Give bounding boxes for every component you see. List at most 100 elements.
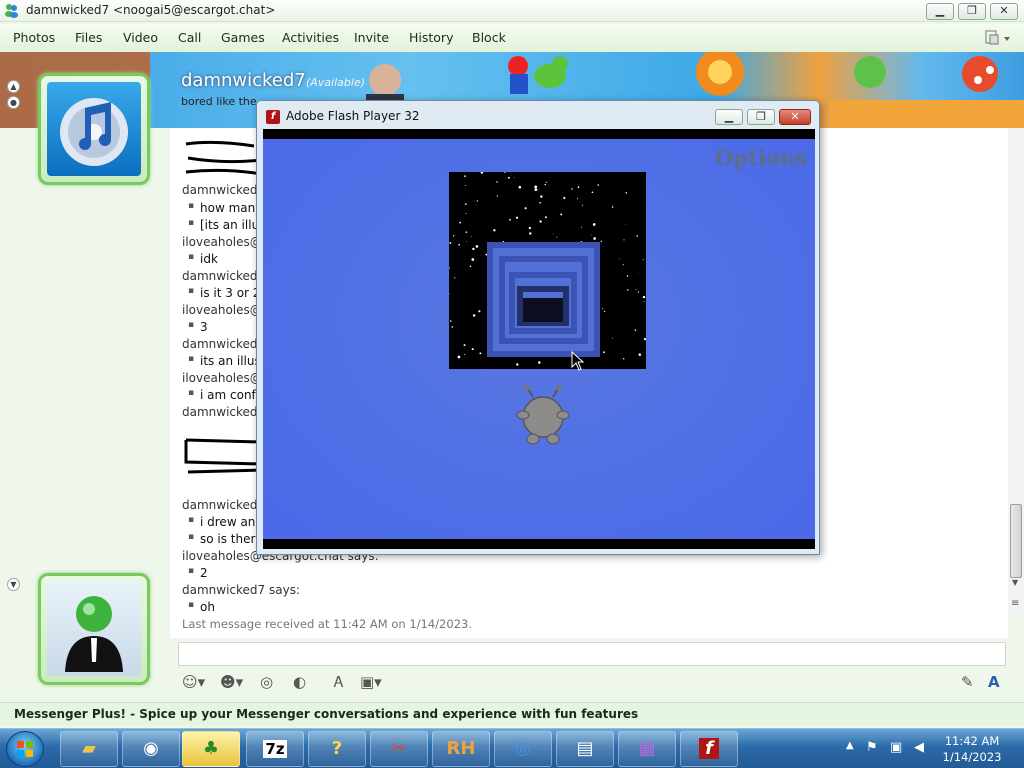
star — [539, 201, 542, 204]
layout-options-icon[interactable] — [984, 29, 1012, 47]
flash-label: f — [699, 738, 719, 759]
computer-icon: ▤ — [576, 738, 594, 759]
star — [611, 206, 614, 208]
scroll-end-icon[interactable]: ≡ — [1011, 598, 1019, 609]
menu-games[interactable]: Games — [221, 30, 265, 45]
star — [469, 265, 472, 267]
star — [591, 191, 594, 194]
taskbar-computer[interactable]: ▤ — [556, 731, 614, 767]
menu-block[interactable]: Block — [472, 30, 506, 45]
voice-clip-icon[interactable]: ◐ — [293, 673, 306, 691]
flash-stage[interactable]: Options — [263, 129, 815, 549]
flash-close-button[interactable]: ✕ — [779, 109, 811, 125]
message-text: oh — [188, 600, 215, 614]
star — [449, 320, 452, 322]
taskbar-browser[interactable]: ◉ — [122, 731, 180, 767]
menu-invite[interactable]: Invite — [354, 30, 389, 45]
action-center-icon[interactable]: ⚑ — [866, 740, 878, 755]
star — [622, 264, 624, 266]
star — [538, 361, 541, 364]
minimize-button[interactable]: ▁ — [926, 3, 954, 20]
conversation-scrollbar[interactable]: ▼ ≡ — [1008, 128, 1024, 614]
menu-call[interactable]: Call — [178, 30, 201, 45]
background-icon[interactable]: ▣▾ — [360, 673, 382, 691]
system-clock[interactable]: 11:42 AM 1/14/2023 — [936, 733, 1008, 765]
message-text: so is ther — [188, 532, 256, 546]
star — [592, 223, 596, 226]
clock-time: 11:42 AM — [944, 734, 1000, 748]
taskbar-resource-hacker[interactable]: RH — [432, 731, 490, 767]
star — [552, 233, 554, 235]
menu-history[interactable]: History — [409, 30, 453, 45]
star — [470, 236, 472, 238]
star — [475, 245, 479, 248]
menu-files[interactable]: Files — [75, 30, 102, 45]
itunes-avatar — [47, 82, 141, 176]
taskbar-7zip[interactable]: 7z — [246, 731, 304, 767]
star — [622, 358, 625, 360]
star — [516, 363, 519, 366]
messenger-plus-bar[interactable]: Messenger Plus! - Spice up your Messenge… — [0, 702, 1024, 726]
wink-icon[interactable]: ☻▾ — [220, 673, 243, 691]
taskbar-messenger[interactable]: ♣ — [182, 731, 240, 767]
flash-minimize-button[interactable]: ▁ — [715, 109, 743, 125]
taskbar-snipping[interactable]: ✂ — [370, 731, 428, 767]
star — [600, 240, 602, 242]
star — [464, 353, 466, 356]
chrome-icon: ◎ — [515, 738, 531, 759]
star — [464, 175, 466, 177]
taskbar-explorer[interactable]: ▰ — [60, 731, 118, 767]
emoticon-icon[interactable]: ☺▾ — [182, 673, 205, 691]
grey-blob-character — [516, 385, 570, 445]
tray-expand-icon[interactable]: ▲ — [846, 740, 854, 751]
star — [623, 239, 625, 241]
taskbar-chrome[interactable]: ◎ — [494, 731, 552, 767]
message-input[interactable] — [178, 642, 1006, 666]
star — [476, 200, 478, 202]
menu-video[interactable]: Video — [123, 30, 158, 45]
contact-avatar[interactable] — [38, 73, 150, 185]
network-icon[interactable]: ▣ — [890, 740, 902, 755]
star — [540, 195, 543, 198]
flash-window-title: Adobe Flash Player 32 — [286, 109, 420, 123]
itunes-icon — [60, 98, 128, 166]
taskbar-winrar[interactable]: ▦ — [618, 731, 676, 767]
collapse-up-icon[interactable]: ▲ — [7, 80, 20, 93]
volume-muted-icon[interactable]: ◀ — [914, 740, 924, 755]
menu-activities[interactable]: Activities — [282, 30, 339, 45]
flash-player-window: f Adobe Flash Player 32 ▁ ❐ ✕ Options — [256, 100, 820, 555]
start-button[interactable] — [6, 731, 44, 767]
messenger-logo-icon — [5, 4, 18, 18]
star — [449, 267, 450, 269]
messenger-plus-text: Messenger Plus! - Spice up your Messenge… — [14, 707, 639, 721]
folder-icon: ▰ — [82, 738, 96, 759]
taskbar-help[interactable]: ? — [308, 731, 366, 767]
sender-line: iloveaholes@ — [182, 303, 262, 317]
spellcheck-icon[interactable]: Ꭺ — [334, 673, 344, 691]
scroll-down-arrow-icon[interactable]: ▼ — [1012, 578, 1018, 587]
collapse-bottom-icon[interactable]: ▼ — [7, 578, 20, 591]
star — [643, 337, 646, 341]
restore-button[interactable]: ❐ — [958, 3, 986, 20]
star — [618, 258, 620, 260]
contact-personal-message: bored like the — [181, 95, 257, 108]
star — [518, 185, 522, 189]
menu-photos[interactable]: Photos — [13, 30, 55, 45]
handwriting-icon[interactable]: ✎ — [961, 673, 974, 691]
sender-line: damnwicked — [182, 269, 258, 283]
star — [528, 226, 532, 230]
font-icon[interactable]: A — [988, 673, 1000, 691]
flash-restore-button[interactable]: ❐ — [747, 109, 775, 125]
user-avatar[interactable] — [38, 573, 150, 685]
nudge-icon[interactable]: ◎ — [260, 673, 273, 691]
close-button[interactable]: ✕ — [990, 3, 1018, 20]
taskbar-flash[interactable]: f — [680, 731, 738, 767]
options-button[interactable]: Options — [715, 145, 807, 170]
star — [464, 185, 466, 186]
star — [636, 235, 638, 237]
message-text: [its an illu — [188, 218, 259, 232]
scrollbar-thumb[interactable] — [1010, 504, 1022, 578]
collapse-down-icon[interactable]: ● — [7, 96, 20, 109]
star — [580, 226, 582, 228]
banner-right-scene — [830, 56, 1024, 128]
